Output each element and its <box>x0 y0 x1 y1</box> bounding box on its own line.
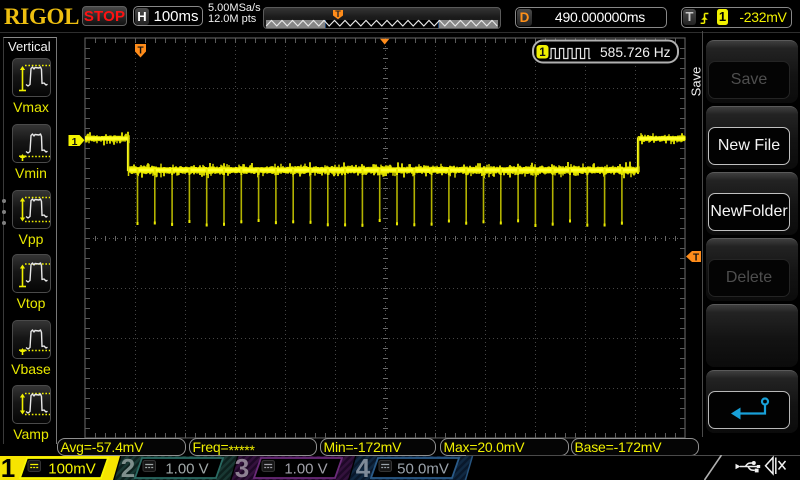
svg-text:3: 3 <box>235 455 249 480</box>
svg-text:1.00 V: 1.00 V <box>284 461 327 478</box>
svg-text:T: T <box>137 46 143 57</box>
svg-text:1: 1 <box>72 136 78 148</box>
svg-text:100mV: 100mV <box>48 461 96 478</box>
svg-text:50.0mV: 50.0mV <box>397 461 449 478</box>
svg-text:1.00 V: 1.00 V <box>165 461 208 478</box>
svg-text:1: 1 <box>539 47 546 59</box>
svg-text:2: 2 <box>121 455 135 480</box>
svg-text:4: 4 <box>356 455 371 480</box>
svg-text:1: 1 <box>1 455 15 480</box>
svg-text:585.726 Hz: 585.726 Hz <box>600 45 671 60</box>
svg-text:T: T <box>693 253 699 264</box>
